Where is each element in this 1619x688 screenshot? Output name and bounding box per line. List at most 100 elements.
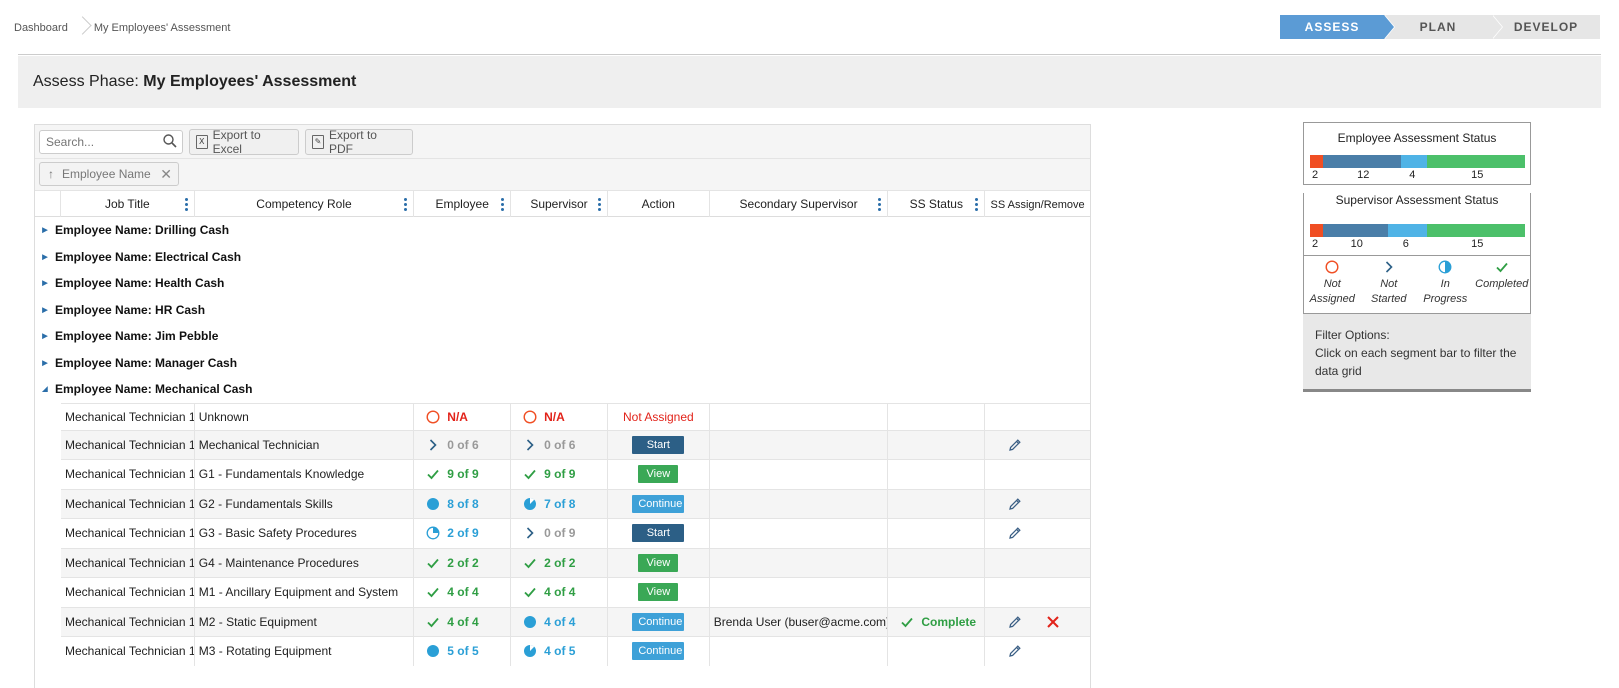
column-menu-icon[interactable] [184,198,188,211]
edit-icon[interactable] [1008,526,1022,540]
sort-ascending-icon: ↑ [48,167,54,181]
supervisor-status-cell: 7 of 8 [511,489,608,518]
collapse-icon[interactable]: ◢ [35,385,55,393]
export-pdf-button[interactable]: ✎ Export to PDF [305,128,413,156]
expand-icon[interactable]: ▶ [35,279,55,287]
column-competency-role[interactable]: Competency Role [195,191,415,217]
group-row[interactable]: ▶ Employee Name: Drilling Cash [35,217,1090,244]
supervisor-status-bar[interactable] [1310,224,1525,237]
group-row[interactable]: ▶ Employee Name: Jim Pebble [35,323,1090,350]
employee-status-box: Employee Assessment Status 2 12 4 15 [1303,122,1531,185]
phase-tab-label: DEVELOP [1513,20,1579,34]
not-started-segment[interactable] [1323,224,1389,237]
group-row[interactable]: ▶ Employee Name: Manager Cash [35,350,1090,377]
group-label: Employee Name: Drilling Cash [55,223,230,238]
completed-icon [427,617,439,628]
in-progress-segment[interactable] [1388,224,1428,237]
view-button[interactable]: View [638,583,679,602]
group-row[interactable]: ▶ Employee Name: Health Cash [35,270,1090,297]
column-menu-icon[interactable] [597,198,601,211]
start-button[interactable]: Start [632,435,685,454]
not-started-icon [1385,261,1393,273]
column-job-title[interactable]: Job Title [61,191,195,217]
table-row: Mechanical Technician 1 Unknown N/A N/A Not … [61,402,1090,430]
remove-group-icon[interactable]: ✕ [160,166,172,183]
completed-segment[interactable] [1427,155,1525,168]
supervisor-status-cell: 4 of 5 [511,637,608,666]
employee-progress: 2 of 2 [447,555,479,570]
group-row[interactable]: ▶ Employee Name: Electrical Cash [35,244,1090,271]
not-assigned-segment[interactable] [1310,155,1324,168]
action-cell: Start [608,430,710,459]
competency-role-cell: G3 - Basic Safety Procedures [195,519,415,548]
phase-tab-plan[interactable]: PLAN [1384,15,1503,39]
column-secondary-supervisor[interactable]: Secondary Supervisor [710,191,889,217]
in-progress-icon [524,615,537,628]
continue-button[interactable]: Continue [632,612,685,631]
supervisor-progress: 4 of 5 [544,644,576,659]
competency-role-cell: M1 - Ancillary Equipment and System [195,578,415,607]
expand-icon[interactable]: ▶ [35,306,55,314]
employee-status-bar[interactable] [1310,155,1525,168]
continue-button[interactable]: Continue [632,642,685,661]
segment-count: 15 [1471,169,1484,181]
edit-icon[interactable] [1008,438,1022,452]
start-button[interactable]: Start [632,524,685,543]
supervisor-status-cell: 4 of 4 [511,578,608,607]
column-menu-icon[interactable] [878,198,882,211]
phase-tab-develop[interactable]: DEVELOP [1492,15,1600,39]
filter-options: Filter Options: Click on each segment ba… [1303,314,1531,392]
expand-icon[interactable]: ▶ [35,226,55,234]
completed-segment[interactable] [1427,224,1525,237]
in-progress-segment[interactable] [1401,155,1428,168]
group-chip-employee-name[interactable]: ↑ Employee Name ✕ [39,162,179,186]
not-started-segment[interactable] [1323,155,1402,168]
supervisor-progress: N/A [544,409,565,424]
ss-status-cell: Complete [888,607,986,636]
not-assigned-segment[interactable] [1310,224,1324,237]
group-row[interactable]: ▶ Employee Name: HR Cash [35,297,1090,324]
view-button[interactable]: View [638,465,679,484]
export-excel-button[interactable]: X Export to Excel [189,128,299,156]
column-employee[interactable]: Employee [414,191,512,217]
remove-icon[interactable] [1046,615,1060,629]
edit-icon[interactable] [1008,644,1022,658]
breadcrumb: Dashboard My Employees' Assessment [14,17,230,39]
excel-file-icon: X [196,135,208,149]
breadcrumb-dashboard[interactable]: Dashboard [14,17,68,39]
group-row[interactable]: ◢ Employee Name: Mechanical Cash [35,376,1090,403]
action-cell: Continue [608,607,710,636]
edit-icon[interactable] [1008,615,1022,629]
phase-tab-label: ASSESS [1304,20,1360,34]
grid-header: Job Title Competency Role Employee Super… [35,191,1090,217]
expand-icon[interactable]: ▶ [35,253,55,261]
top-bar: Dashboard My Employees' Assessment ASSES… [0,5,1619,49]
edit-icon[interactable] [1008,497,1022,511]
search-icon[interactable] [163,134,177,148]
job-title-cell: Mechanical Technician 1 [61,578,195,607]
column-menu-icon[interactable] [975,198,979,211]
search-input[interactable] [39,130,183,154]
column-menu-icon[interactable] [404,198,408,211]
continue-button[interactable]: Continue [632,494,685,513]
completed-icon [524,588,536,598]
supervisor-status-cell: 9 of 9 [511,460,608,489]
phase-tab-label: PLAN [1419,20,1457,34]
column-supervisor[interactable]: Supervisor [511,191,608,217]
completed-icon [427,588,439,598]
column-menu-icon[interactable] [501,198,505,211]
not-assigned-icon [523,409,537,424]
column-label: Competency Role [256,197,352,211]
expand-icon[interactable]: ▶ [35,332,55,340]
view-button[interactable]: View [638,553,679,572]
action-cell: Not Assigned [608,403,710,430]
ss-assign-cell [985,608,1090,637]
supervisor-progress: 4 of 4 [544,585,576,600]
supervisor-progress: 7 of 8 [544,496,576,511]
phase-tab-assess[interactable]: ASSESS [1280,15,1395,39]
expand-icon[interactable]: ▶ [35,359,55,367]
column-ss-status[interactable]: SS Status [888,191,986,217]
employee-status-cell: 2 of 2 [414,548,512,577]
competency-role-cell: Mechanical Technician [195,430,415,459]
action-cell: Continue [608,637,710,666]
